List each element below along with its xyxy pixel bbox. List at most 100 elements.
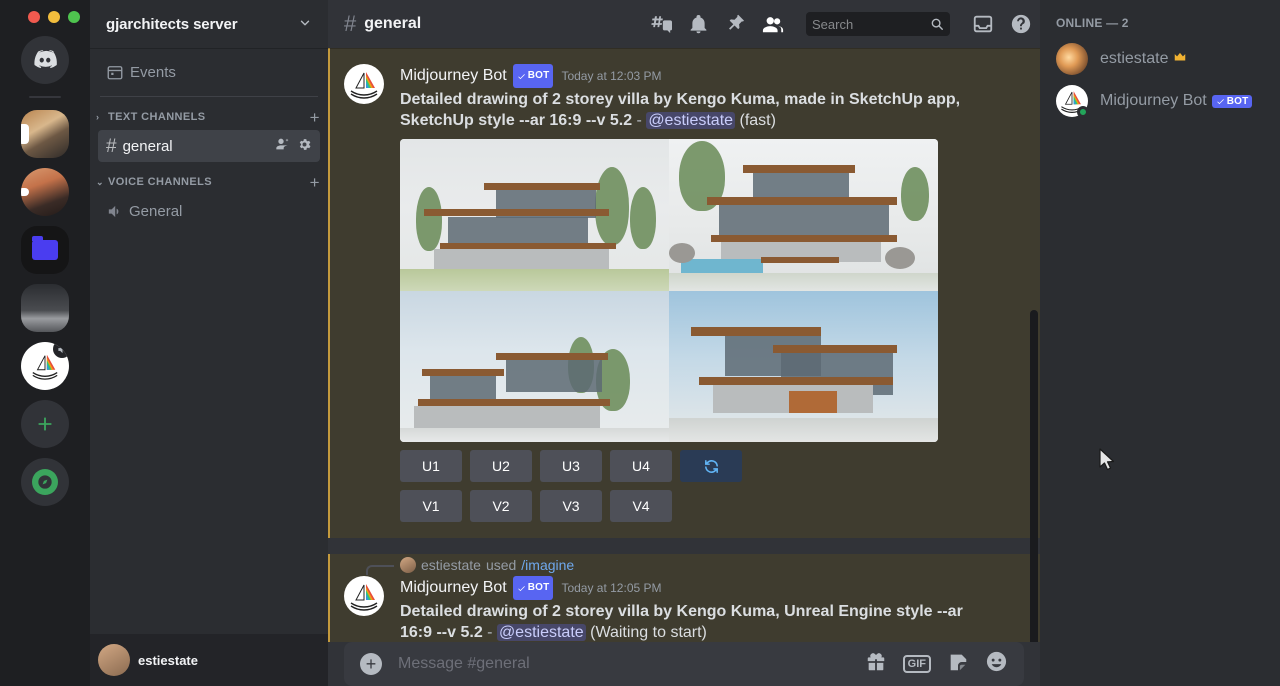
sidebar-item-events-label: Events	[130, 63, 176, 81]
member-list-item[interactable]: estiestate	[1056, 38, 1272, 80]
reroll-button[interactable]	[680, 450, 742, 482]
message: Midjourney Bot BOT Today at 12:03 PM Det…	[328, 62, 1040, 538]
server-icon-home[interactable]	[21, 36, 69, 84]
member-list-header: ONLINE — 2	[1056, 16, 1129, 30]
avatar[interactable]	[344, 64, 384, 104]
message-text: Detailed drawing of 2 storey villa by Ke…	[400, 601, 992, 642]
server-icon-photo-3[interactable]	[21, 284, 69, 332]
variation-v3-button[interactable]: V3	[540, 490, 602, 522]
category-voice-channels[interactable]: ⌄ VOICE CHANNELS +	[90, 170, 328, 194]
channel-settings-icon[interactable]	[297, 137, 312, 156]
sidebar-channel-voice-general-label: General	[129, 202, 183, 220]
gif-icon[interactable]: GIF	[902, 655, 931, 673]
reply-spine	[366, 565, 394, 575]
sidebar-item-events[interactable]: Events	[98, 56, 320, 88]
explore-servers-button[interactable]	[21, 458, 69, 506]
sidebar-channel-voice-general[interactable]: General	[98, 195, 320, 227]
chevron-right-icon: ›	[96, 112, 100, 122]
inbox-icon[interactable]	[972, 13, 994, 35]
variation-button-row: V1 V2 V3 V4	[400, 490, 992, 522]
close-window-button[interactable]	[28, 11, 40, 23]
calendar-icon	[107, 66, 123, 80]
member-name: Midjourney Bot	[1100, 92, 1207, 109]
member-name: estiestate	[1100, 50, 1169, 67]
avatar[interactable]	[400, 557, 416, 573]
minimize-window-button[interactable]	[48, 11, 60, 23]
member-name-row: estiestate	[1100, 50, 1187, 69]
zoom-window-button[interactable]	[68, 11, 80, 23]
member-list-item[interactable]: Midjourney Bot BOT	[1056, 80, 1272, 122]
sailboat-icon	[350, 584, 378, 611]
bot-badge: BOT	[1211, 94, 1253, 108]
add-voice-channel-button[interactable]: +	[310, 174, 320, 191]
message-image-grid[interactable]	[400, 139, 938, 442]
message-timestamp: Today at 12:03 PM	[561, 69, 662, 83]
server-icon-midjourney[interactable]	[21, 342, 69, 390]
bot-badge: BOT	[512, 576, 554, 600]
avatar	[1056, 43, 1088, 75]
upscale-u2-button[interactable]: U2	[470, 450, 532, 482]
mention[interactable]: @estiestate	[646, 112, 736, 129]
hash-icon: #	[106, 135, 117, 157]
verified-check-icon	[517, 585, 525, 591]
channel-sidebar: gjarchitects server Events › TEXT CHANNE…	[90, 0, 328, 686]
upscale-u1-button[interactable]: U1	[400, 450, 462, 482]
add-attachment-button[interactable]: +	[360, 653, 382, 675]
server-icon-photo-1[interactable]	[21, 110, 69, 158]
upscale-u4-button[interactable]: U4	[610, 450, 672, 482]
server-rail	[0, 0, 90, 686]
message-gap	[328, 538, 1040, 554]
image-quadrant-4[interactable]	[669, 290, 938, 442]
sailboat-icon	[350, 72, 378, 99]
member-list-icon[interactable]	[762, 13, 784, 35]
bot-badge-label: BOT	[527, 582, 550, 593]
slash-command-name[interactable]: /imagine	[521, 557, 574, 573]
notification-bell-icon[interactable]	[688, 14, 709, 35]
search-icon	[931, 18, 943, 30]
image-quadrant-3[interactable]	[400, 290, 669, 442]
search-input[interactable]: Search	[806, 12, 950, 36]
category-text-channels[interactable]: › TEXT CHANNELS +	[90, 105, 328, 129]
image-quadrant-1[interactable]	[400, 139, 669, 291]
refresh-icon	[704, 459, 718, 473]
upscale-button-row: U1 U2 U3 U4	[400, 450, 992, 482]
user-panel[interactable]: estiestate	[90, 634, 328, 686]
discord-window: gjarchitects server Events › TEXT CHANNE…	[0, 0, 1280, 686]
server-icon-photo-2[interactable]	[21, 168, 69, 216]
variation-v4-button[interactable]: V4	[610, 490, 672, 522]
gift-icon[interactable]	[865, 651, 887, 678]
sidebar-channel-general[interactable]: # general	[98, 130, 320, 162]
pinned-messages-icon[interactable]	[725, 14, 746, 35]
member-list-panel: ONLINE — 2 estiestate Midjourney Bot BOT	[1040, 0, 1280, 686]
help-icon[interactable]	[1010, 13, 1032, 35]
variation-v1-button[interactable]: V1	[400, 490, 462, 522]
message-composer[interactable]: + Message #general GIF	[344, 642, 1024, 686]
emoji-icon[interactable]	[985, 650, 1008, 678]
message-timestamp: Today at 12:05 PM	[561, 581, 662, 595]
message-input[interactable]: Message #general	[398, 655, 849, 673]
mention[interactable]: @estiestate	[496, 624, 586, 641]
upscale-u3-button[interactable]: U3	[540, 450, 602, 482]
main-content: # general Search Midjourney Bot BOT Toda…	[328, 0, 1040, 686]
slash-command-user[interactable]: estiestate	[421, 557, 481, 573]
message-author[interactable]: Midjourney Bot	[400, 577, 507, 599]
server-icon-folder[interactable]	[21, 226, 69, 274]
server-header-dropdown[interactable]: gjarchitects server	[90, 0, 328, 48]
variation-v2-button[interactable]: V2	[470, 490, 532, 522]
add-text-channel-button[interactable]: +	[310, 109, 320, 126]
message-scrollbar[interactable]	[1030, 100, 1038, 642]
sticker-icon[interactable]	[947, 651, 969, 678]
scrollbar-thumb[interactable]	[1030, 310, 1038, 642]
page-title: general	[364, 15, 422, 32]
speaker-icon	[106, 203, 123, 220]
message-list[interactable]: Midjourney Bot BOT Today at 12:03 PM Det…	[328, 48, 1040, 642]
avatar[interactable]	[344, 576, 384, 616]
member-name-row: Midjourney Bot BOT	[1100, 92, 1253, 110]
message-author[interactable]: Midjourney Bot	[400, 65, 507, 87]
verified-check-icon	[517, 73, 525, 79]
add-server-button[interactable]	[21, 400, 69, 448]
image-quadrant-2[interactable]	[669, 139, 938, 291]
channel-topbar: # general Search	[328, 0, 1040, 48]
create-thread-icon[interactable]	[650, 13, 672, 35]
invite-members-icon[interactable]	[275, 136, 291, 156]
